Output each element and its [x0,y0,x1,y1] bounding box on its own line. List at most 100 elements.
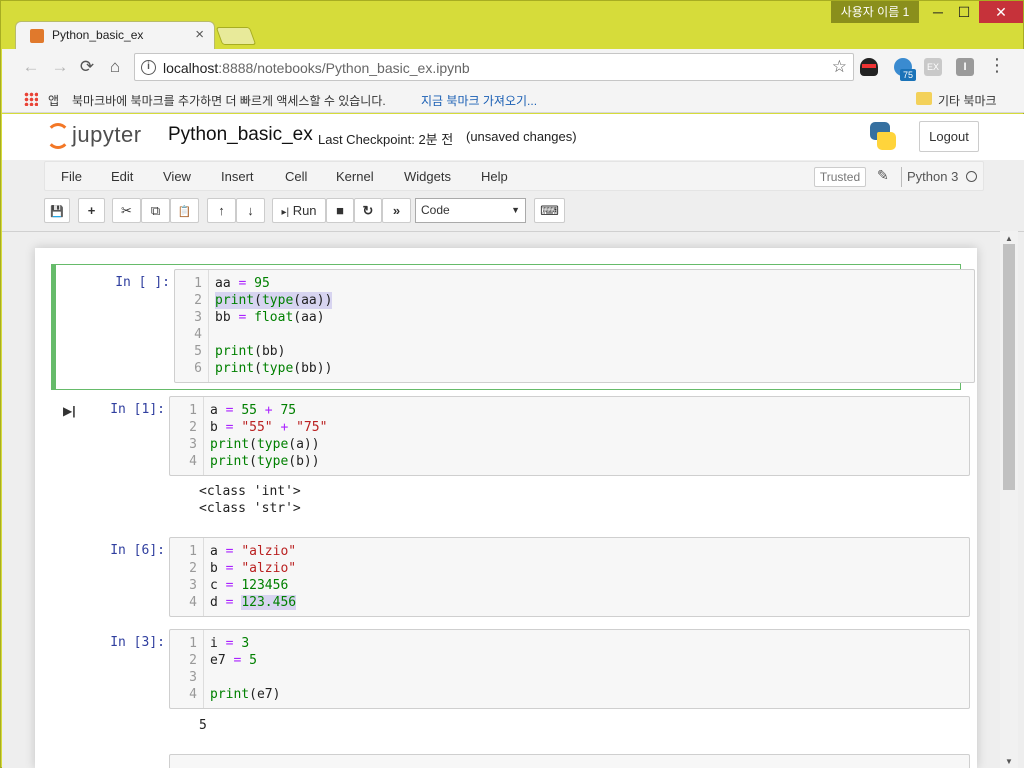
fast-forward-icon: » [392,203,401,218]
run-button[interactable]: ▸| Run [272,198,326,223]
ex-extension-icon[interactable]: EX [924,58,942,76]
new-tab-button[interactable] [215,27,257,45]
menu-insert[interactable]: Insert [221,169,254,184]
minimize-button[interactable]: ─ [925,1,951,23]
restart-run-all-button[interactable]: » [382,198,411,223]
code-editor[interactable]: 1a = "alzio" 2b = "alzio" 3c = 123456 4d… [169,537,970,617]
cell-output: <class 'int'> <class 'str'> [199,483,301,517]
jupyter-logo[interactable]: jupyter [46,121,156,151]
cut-cells-button[interactable]: ✂ [112,198,141,223]
scroll-up-icon[interactable]: ▲ [1005,234,1013,243]
back-arrow-icon[interactable]: ← [20,56,42,78]
import-bookmarks-link[interactable]: 지금 북마크 가져오기... [421,92,537,109]
code-line[interactable]: e7 = 5 [210,652,257,669]
jupyter-header: jupyter Python_basic_ex Last Checkpoint:… [2,114,1024,160]
cell-type-select[interactable]: Code ▼ [415,198,526,223]
address-bar[interactable]: i localhost:8888/notebooks/Python_basic_… [134,53,854,81]
code-line[interactable]: bb = float(aa) [215,309,325,326]
code-line[interactable]: a = "alzio" [210,543,296,560]
folder-icon [916,92,932,105]
paste-cells-button[interactable]: 📋 [170,198,199,223]
notebook-name[interactable]: Python_basic_ex [168,124,313,146]
menu-view[interactable]: View [163,169,191,184]
apps-grid-icon[interactable] [24,92,38,106]
incognito-mask-extension-icon[interactable] [860,58,878,76]
insert-cell-button[interactable]: + [78,198,105,223]
paste-icon: 📋 [177,206,192,218]
close-window-button[interactable]: ✕ [979,1,1023,23]
code-cell[interactable] [51,754,970,768]
other-bookmarks[interactable]: 기타 북마크 [938,92,997,109]
code-editor[interactable]: 1i = 3 2 e7 = 5 3 4 print(e7) [169,629,970,709]
cell-type-value: Code [421,203,450,217]
scroll-thumb[interactable] [1003,244,1015,490]
notebook-menubar: File Edit View Insert Cell Kernel Widget… [44,161,984,191]
command-palette-button[interactable]: ⌨ [534,198,565,223]
checkpoint-status: Last Checkpoint: 2분 전 [318,132,454,147]
output-line: 5 [199,718,207,733]
code-line[interactable]: c = 123456 [210,577,288,594]
restart-icon: ↻ [362,203,374,218]
code-line[interactable]: print(e7) [210,686,280,703]
code-line[interactable]: print(type(aa)) [215,292,333,309]
home-icon[interactable]: ⌂ [104,56,126,78]
url-text: localhost:8888/notebooks/Python_basic_ex… [163,60,470,76]
code-cell[interactable]: In [6]: 1a = "alzio" 2b = "alzio" 3c = 1… [51,537,970,621]
menu-kernel[interactable]: Kernel [336,169,374,184]
code-line[interactable]: d = 123.456 [210,594,297,611]
menu-cell[interactable]: Cell [285,169,307,184]
run-label: Run [292,203,317,218]
jupyter-logo-icon [46,123,70,149]
browser-menu-icon[interactable]: ⋮ [988,55,1006,76]
input-prompt: In [1]: [110,402,165,417]
menu-edit[interactable]: Edit [111,169,133,184]
reload-icon[interactable]: ⟳ [76,56,98,78]
code-line[interactable]: print(bb) [215,343,285,360]
save-button[interactable]: 💾 [44,198,70,223]
bookmarks-bar: 앱 북마크바에 북마크를 추가하면 더 빠르게 액세스할 수 있습니다. 지금 … [2,85,1024,113]
run-cell-icon[interactable]: ▶| [63,404,76,418]
code-cell[interactable]: In [3]: 1i = 3 2 e7 = 5 3 4 print(e7) 5 [51,629,970,749]
code-line[interactable]: print(type(bb)) [215,360,332,377]
restart-kernel-button[interactable]: ↻ [354,198,382,223]
code-editor[interactable]: 1 aa = 95 2 print(type(aa)) 3 bb = float(aa… [174,269,975,383]
browser-tab-active[interactable]: Python_basic_ex × [15,21,215,49]
site-info-icon[interactable]: i [141,60,156,75]
copy-cells-button[interactable]: ⧉ [141,198,170,223]
code-editor[interactable] [169,754,970,768]
code-editor[interactable]: 1a = 55 + 75 2b = "55" + "75" 3 print(typ… [169,396,970,476]
logout-button[interactable]: Logout [919,121,979,152]
code-line[interactable]: i = 3 [210,635,249,652]
move-up-button[interactable]: ↑ [207,198,236,223]
edit-mode-pencil-icon: ✎ [877,167,889,183]
forward-arrow-icon[interactable]: → [49,56,71,78]
page-scrollbar[interactable]: ▲ ▼ [1000,231,1018,768]
browser-window: 사용자 이름 1 ─ ☐ ✕ Python_basic_ex × ← → ⟳ ⌂… [0,0,1024,768]
code-line[interactable]: b = "alzio" [210,560,296,577]
code-line[interactable]: aa = 95 [215,275,270,292]
maximize-button[interactable]: ☐ [951,1,977,23]
code-cell[interactable]: ▶| In [1]: 1a = 55 + 75 2b = "55" + "75"… [51,396,970,522]
keyboard-icon: ⌨ [540,203,559,218]
scroll-down-icon[interactable]: ▼ [1005,757,1013,766]
copy-icon: ⧉ [150,203,161,218]
menu-file[interactable]: File [61,169,82,184]
menu-help[interactable]: Help [481,169,508,184]
code-line[interactable]: a = 55 + 75 [210,402,296,419]
move-down-button[interactable]: ↓ [236,198,265,223]
tab-close-icon[interactable]: × [195,26,204,43]
user-profile-badge[interactable]: 사용자 이름 1 [831,1,919,23]
interrupt-kernel-button[interactable]: ■ [326,198,354,223]
code-line[interactable]: print(type(a)) [210,436,320,453]
menu-widgets[interactable]: Widgets [404,169,451,184]
code-cell[interactable]: In [ ]: 1 aa = 95 2 print(type(aa)) 3 bb = … [51,264,975,390]
trusted-indicator[interactable]: Trusted [814,167,866,187]
kernel-name[interactable]: Python 3 [907,169,958,184]
bookmark-star-icon[interactable]: ☆ [832,57,847,77]
code-line[interactable]: print(type(b)) [210,453,320,470]
code-line[interactable]: b = "55" + "75" [210,419,327,436]
dropdown-caret-icon: ▼ [511,205,520,215]
apps-bookmark[interactable]: 앱 [48,92,59,109]
plus-icon: + [87,203,96,218]
info-extension-icon[interactable]: I [956,58,974,76]
